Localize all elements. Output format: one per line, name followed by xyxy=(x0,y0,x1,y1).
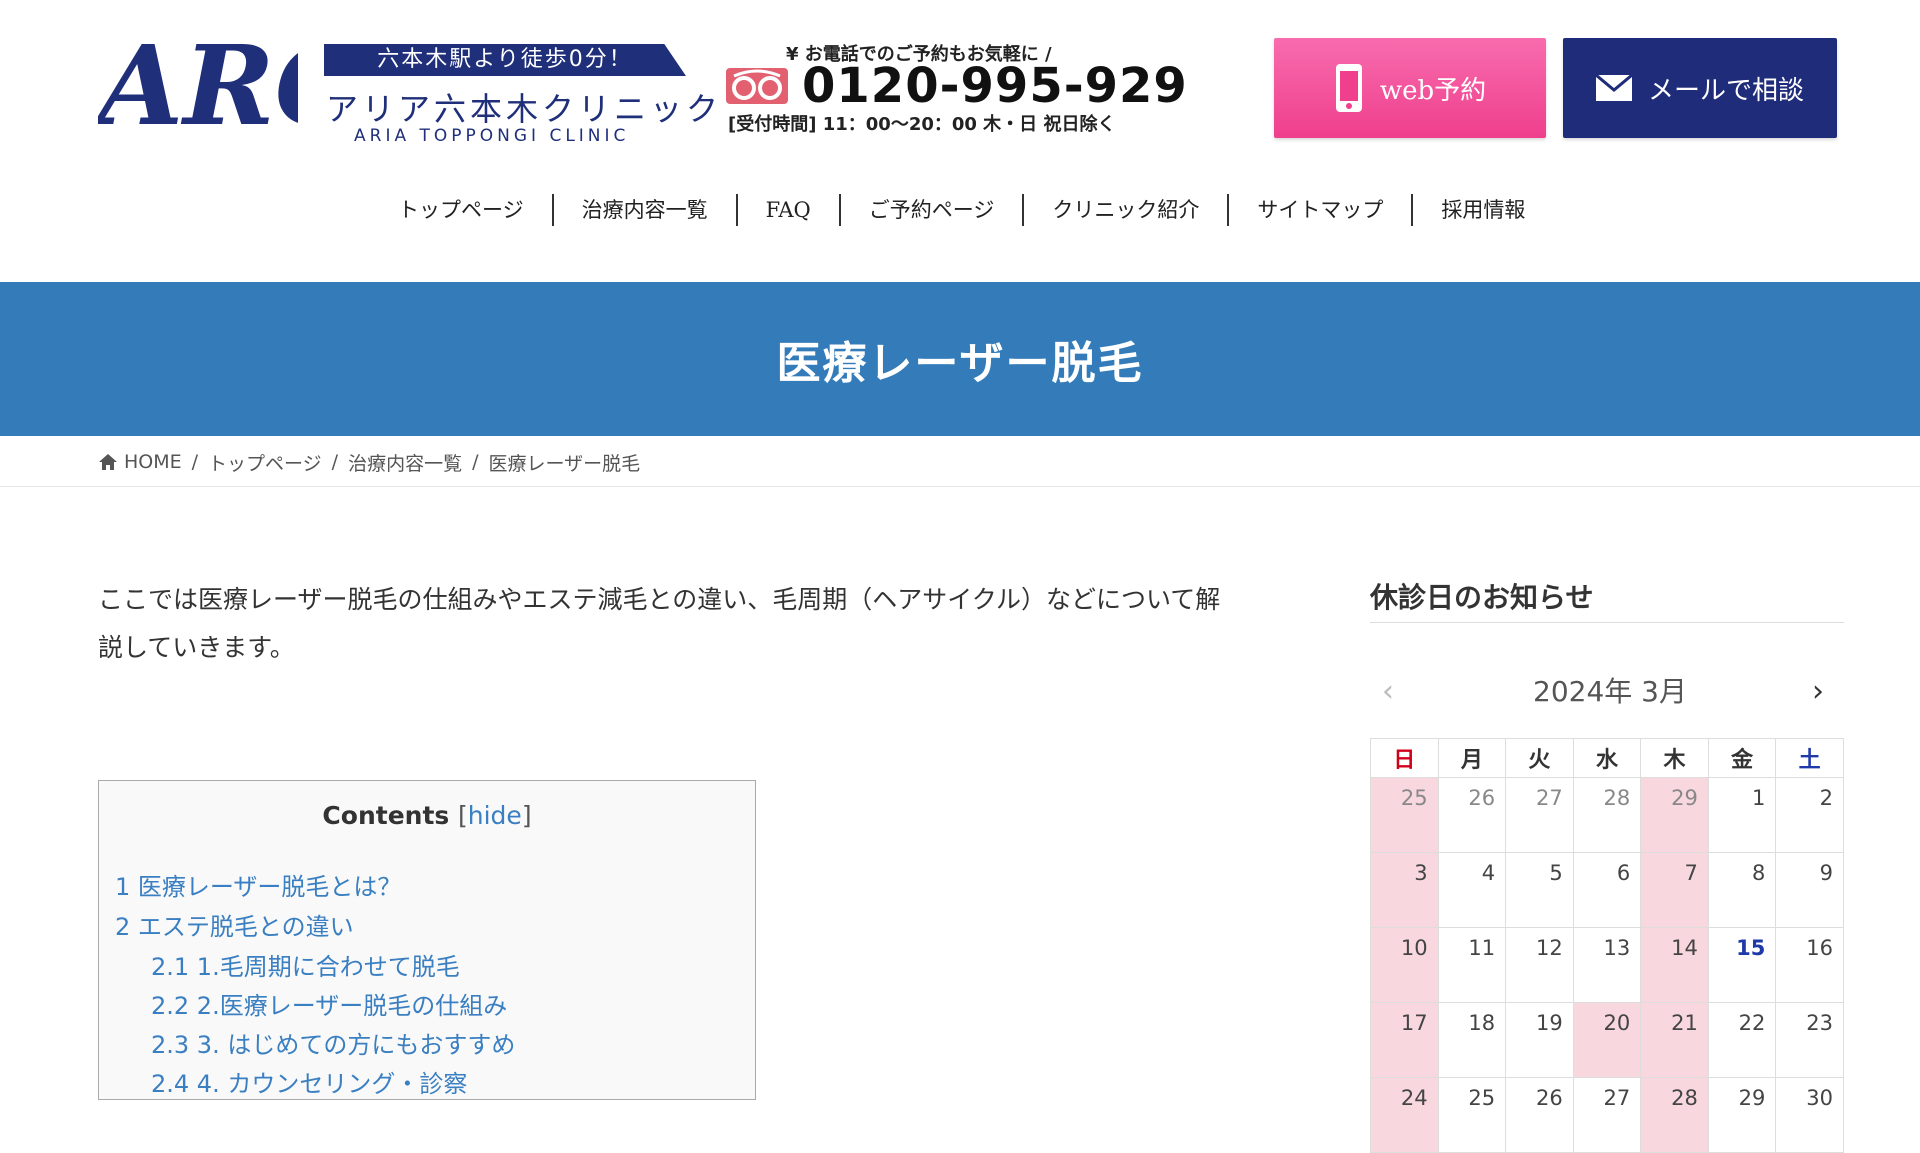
reception-hours: [受付時間] 11：00〜20：00 木・日 祝日除く xyxy=(728,114,1116,135)
closed-days-calendar: 日 月 火 水 木 金 土 25 26 27 28 29 1 2 3 4 5 6… xyxy=(1370,738,1844,1153)
toc-heading: Contents xyxy=(322,801,450,830)
calendar-day: 20 xyxy=(1572,1002,1642,1078)
calendar-day: 6 xyxy=(1572,852,1642,928)
toc-item-2-2[interactable]: 2.2 2.医療レーザー脱毛の仕組み xyxy=(151,986,507,1021)
nav-item-treatments[interactable]: 治療内容一覧 xyxy=(554,194,738,226)
breadcrumb-item-current: 医療レーザー脱毛 xyxy=(488,452,641,475)
calendar-day: 5 xyxy=(1505,852,1574,928)
nav-item-faq[interactable]: FAQ xyxy=(738,194,841,226)
calendar-month-label: 2024年 3月 xyxy=(1533,675,1687,708)
toc-bracket-open: [ xyxy=(458,801,468,830)
calendar-day: 10 xyxy=(1370,927,1439,1003)
calendar-day: 19 xyxy=(1505,1002,1574,1078)
weekday-sat: 土 xyxy=(1775,738,1844,778)
calendar-day: 27 xyxy=(1572,1077,1642,1153)
nav-item-sitemap[interactable]: サイトマップ xyxy=(1229,194,1414,226)
main-nav: トップページ 治療内容一覧 FAQ ご予約ページ クリニック紹介 サイトマップ … xyxy=(370,192,1553,228)
calendar-day: 12 xyxy=(1505,927,1574,1003)
breadcrumb-separator: / xyxy=(472,451,479,473)
calendar-day: 25 xyxy=(1370,777,1439,853)
calendar-day: 30 xyxy=(1775,1077,1844,1153)
nav-item-clinic[interactable]: クリニック紹介 xyxy=(1024,194,1230,226)
breadcrumb-divider xyxy=(0,486,1920,487)
calendar-day: 24 xyxy=(1370,1077,1439,1153)
breadcrumb: HOME / トップページ / 治療内容一覧 / 医療レーザー脱毛 xyxy=(98,449,641,476)
home-icon xyxy=(99,454,117,470)
sidebar-divider xyxy=(1370,622,1844,623)
toc-title: Contents [hide] xyxy=(99,801,755,830)
freedial-icon xyxy=(726,68,788,104)
intro-line-2: 説していきます。 xyxy=(98,633,295,662)
svg-text:ARC: ARC xyxy=(98,24,298,150)
calendar-day: 7 xyxy=(1640,852,1709,928)
calendar-day: 26 xyxy=(1505,1077,1574,1153)
toc-item-2-3[interactable]: 2.3 3. はじめての方にもおすすめ xyxy=(151,1025,515,1060)
table-of-contents: Contents [hide] 1 医療レーザー脱毛とは？ 2 エステ脱毛との違… xyxy=(98,780,756,1100)
calendar-day: 28 xyxy=(1572,777,1642,853)
breadcrumb-separator: / xyxy=(191,451,199,473)
calendar-day: 29 xyxy=(1640,777,1709,853)
calendar-day: 28 xyxy=(1640,1077,1709,1153)
calendar-day: 3 xyxy=(1370,852,1439,928)
intro-line-1: ここでは医療レーザー脱毛の仕組みやエステ減毛との違い、毛周期（ヘアサイクル）など… xyxy=(98,585,1221,614)
weekday-tue: 火 xyxy=(1505,738,1574,778)
calendar-day: 26 xyxy=(1437,777,1507,853)
toc-item-1[interactable]: 1 医療レーザー脱毛とは？ xyxy=(115,867,401,902)
calendar-prev-button[interactable]: ‹ xyxy=(1382,674,1394,709)
calendar-day-today: 15 xyxy=(1707,927,1777,1003)
smartphone-icon xyxy=(1335,64,1362,112)
weekday-mon: 月 xyxy=(1437,738,1507,778)
phone-number[interactable]: 0120-995-929 xyxy=(802,58,1188,114)
calendar-day: 2 xyxy=(1775,777,1844,853)
calendar-day: 4 xyxy=(1437,852,1507,928)
web-reservation-button[interactable]: web予約 xyxy=(1274,38,1546,138)
toc-hide-link[interactable]: hide xyxy=(468,801,522,830)
calendar-day: 18 xyxy=(1437,1002,1507,1078)
nav-item-reservation[interactable]: ご予約ページ xyxy=(841,194,1025,226)
clinic-name-en: ARIA TOPPONGI CLINIC xyxy=(354,126,630,146)
calendar-day: 16 xyxy=(1775,927,1844,1003)
calendar-day: 11 xyxy=(1437,927,1507,1003)
site-header: ARC 六本木駅より徒歩0分！ アリア六本木クリニック ARIA TOPPONG… xyxy=(0,0,1920,282)
calendar-day: 1 xyxy=(1707,777,1777,853)
breadcrumb-home[interactable]: HOME xyxy=(124,451,182,473)
weekday-wed: 水 xyxy=(1572,738,1642,778)
mail-consult-button[interactable]: メールで相談 xyxy=(1563,38,1837,138)
toc-item-2[interactable]: 2 エステ脱毛との違い xyxy=(115,907,354,942)
nav-item-top[interactable]: トップページ xyxy=(370,194,554,226)
page-title: 医療レーザー脱毛 xyxy=(776,338,1144,389)
sidebar-title: 休診日のお知らせ xyxy=(1370,581,1594,614)
calendar-day: 21 xyxy=(1640,1002,1709,1078)
calendar-day: 27 xyxy=(1505,777,1574,853)
calendar-next-button[interactable]: › xyxy=(1812,674,1824,709)
calendar-day: 8 xyxy=(1707,852,1777,928)
toc-bracket-close: ] xyxy=(521,801,532,830)
calendar-day: 9 xyxy=(1775,852,1844,928)
calendar-day: 25 xyxy=(1437,1077,1507,1153)
calendar-day: 17 xyxy=(1370,1002,1439,1078)
envelope-icon xyxy=(1595,75,1632,101)
nav-item-recruit[interactable]: 採用情報 xyxy=(1413,194,1553,226)
weekday-fri: 金 xyxy=(1707,738,1777,778)
calendar-day: 22 xyxy=(1707,1002,1777,1078)
toc-item-2-1[interactable]: 2.1 1.毛周期に合わせて脱毛 xyxy=(151,947,460,982)
toc-item-2-4[interactable]: 2.4 4. カウンセリング・診察 xyxy=(151,1064,467,1099)
page-title-banner: 医療レーザー脱毛 xyxy=(0,282,1920,436)
station-badge: 六本木駅より徒歩0分！ xyxy=(324,44,686,76)
weekday-sun: 日 xyxy=(1370,738,1439,778)
mail-consult-label: メールで相談 xyxy=(1647,75,1804,106)
clinic-logo-mark[interactable]: ARC xyxy=(98,24,298,152)
weekday-thu: 木 xyxy=(1640,738,1709,778)
calendar-day: 29 xyxy=(1707,1077,1777,1153)
breadcrumb-item-treatments[interactable]: 治療内容一覧 xyxy=(348,449,462,476)
calendar-day: 23 xyxy=(1775,1002,1844,1078)
intro-text: ここでは医療レーザー脱毛の仕組みやエステ減毛との違い、毛周期（ヘアサイクル）など… xyxy=(98,576,1248,672)
breadcrumb-item-top[interactable]: トップページ xyxy=(208,449,322,476)
clinic-name[interactable]: アリア六本木クリニック xyxy=(326,84,722,130)
calendar-day: 13 xyxy=(1572,927,1642,1003)
web-reservation-label: web予約 xyxy=(1379,75,1487,106)
breadcrumb-separator: / xyxy=(331,451,339,473)
calendar-day: 14 xyxy=(1640,927,1709,1003)
